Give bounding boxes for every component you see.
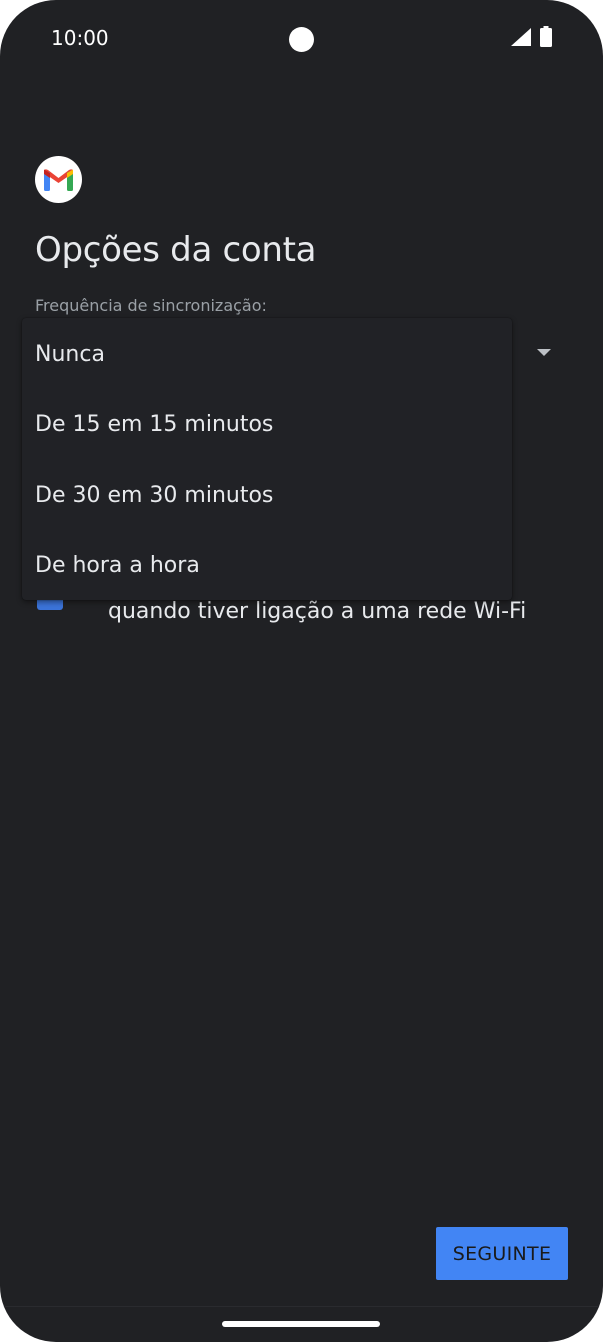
home-indicator[interactable]: [222, 1321, 380, 1327]
menu-option-30-minutes[interactable]: De 30 em 30 minutos: [35, 483, 273, 508]
sync-frequency-label: Frequência de sincronização:: [35, 296, 267, 315]
camera-cutout: [289, 27, 314, 52]
battery-icon: [540, 26, 552, 47]
signal-icon: [511, 28, 531, 46]
page-title: Opções da conta: [35, 230, 317, 270]
nav-divider: [0, 1306, 603, 1307]
phone-screen: 10:00 Opções da conta Frequência de sinc…: [0, 0, 603, 1342]
menu-option-nunca[interactable]: Nunca: [35, 342, 105, 367]
wifi-checkbox-label: quando tiver ligação a uma rede Wi-Fi: [108, 599, 527, 624]
menu-option-hourly[interactable]: De hora a hora: [35, 553, 200, 578]
menu-option-15-minutes[interactable]: De 15 em 15 minutos: [35, 412, 273, 437]
gmail-logo-icon: [35, 156, 82, 203]
status-time: 10:00: [51, 26, 109, 50]
dropdown-arrow-icon[interactable]: [537, 349, 551, 356]
sync-frequency-menu: Nunca De 15 em 15 minutos De 30 em 30 mi…: [22, 318, 512, 600]
next-button[interactable]: SEGUINTE: [436, 1227, 568, 1280]
